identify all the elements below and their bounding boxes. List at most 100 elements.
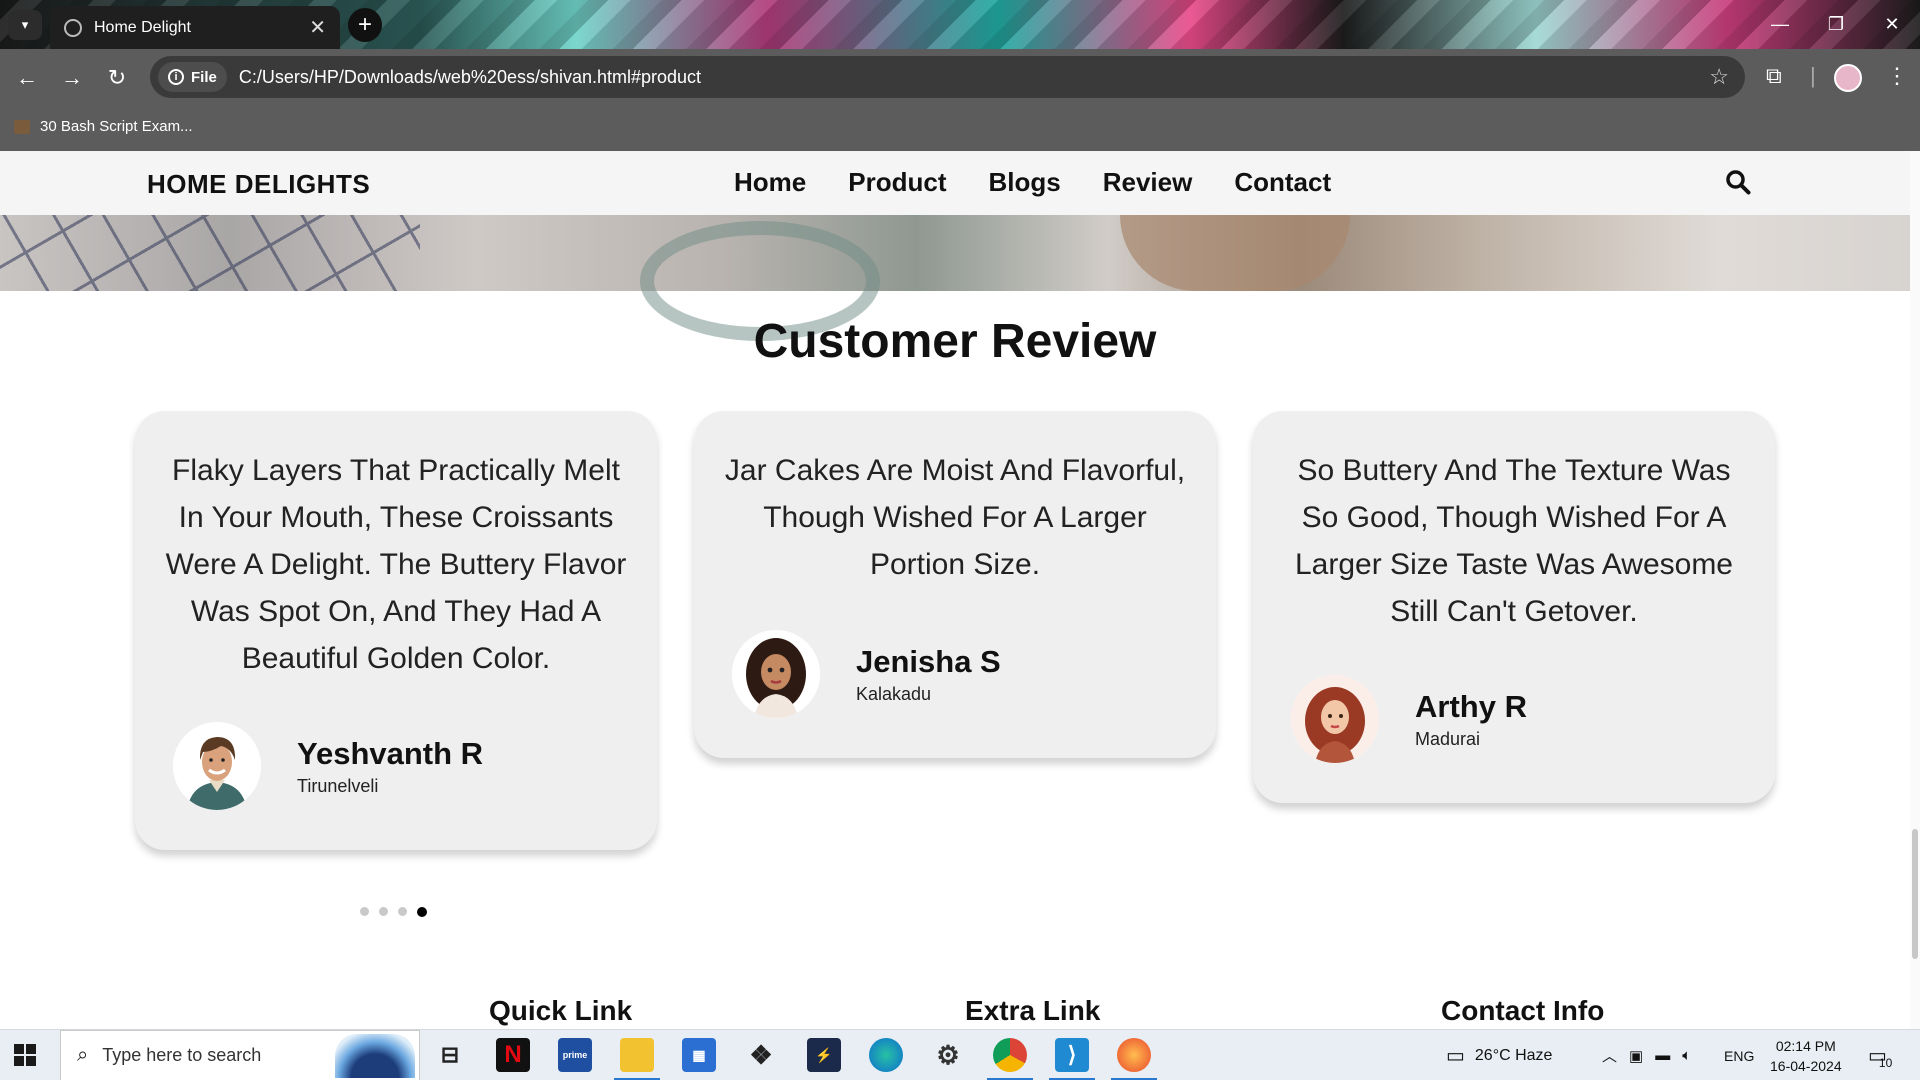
prime-video-icon[interactable]: prime [558, 1038, 592, 1072]
minimize-button[interactable]: — [1752, 0, 1808, 49]
battery-icon[interactable]: ▬ [1655, 1047, 1670, 1064]
carousel-dot[interactable] [379, 907, 388, 916]
nav-home[interactable]: Home [734, 167, 806, 198]
vscode-icon[interactable]: ⟩ [1049, 1038, 1095, 1080]
bookmark-star-icon[interactable]: ☆ [1709, 64, 1729, 90]
search-highlight-art [335, 1034, 415, 1078]
forward-button[interactable]: → [57, 63, 87, 93]
close-tab-icon[interactable]: ✕ [309, 15, 326, 40]
clock-date: 16-04-2024 [1770, 1058, 1842, 1074]
footer-heading-quick-link: Quick Link [489, 995, 633, 1026]
taskbar-clock[interactable]: 02:14 PM 16-04-2024 [1770, 1036, 1842, 1076]
page-scrollbar[interactable] [1910, 151, 1920, 1029]
restore-button[interactable]: ❐ [1808, 0, 1864, 49]
footer-heading-extra-link: Extra Link [965, 995, 1101, 1026]
taskbar-search-box[interactable]: ⌕ Type here to search [60, 1030, 420, 1080]
site-logo[interactable]: HOME DELIGHTS [147, 169, 370, 200]
web-page: HOME DELIGHTS Home Product Blogs Review … [0, 151, 1920, 1029]
reviewer-city: Tirunelveli [297, 775, 379, 796]
tab-title: Home Delight [94, 18, 191, 36]
bookmark-favicon-icon [14, 119, 30, 134]
chevron-up-icon[interactable]: ︿ [1602, 1045, 1617, 1066]
globe-icon [64, 18, 82, 37]
firefox-icon[interactable] [1111, 1038, 1157, 1080]
notification-center-icon[interactable]: ▭ 10 [1868, 1030, 1892, 1080]
browser-toolbar: ← → ↻ i File C:/Users/HP/Downloads/web%20… [0, 49, 1920, 105]
new-tab-button[interactable]: + [348, 8, 382, 42]
review-author: Arthy R Madurai [1283, 675, 1745, 763]
site-header: HOME DELIGHTS Home Product Blogs Review … [0, 151, 1910, 215]
bookmark-label: 30 Bash Script Exam... [40, 118, 193, 135]
review-author: Yeshvanth R Tirunelveli [165, 722, 627, 810]
clock-time: 02:14 PM [1775, 1038, 1836, 1054]
reviewer-name: Yeshvanth R [297, 735, 484, 771]
notification-count: 10 [1878, 1055, 1893, 1070]
woman-red-hair-avatar [1291, 675, 1379, 763]
windows-taskbar: ⌕ Type here to search ⊟ N prime ▦ ❖ ⚡ ⚙ … [0, 1029, 1920, 1080]
nav-blogs[interactable]: Blogs [988, 167, 1060, 198]
review-quote: Flaky Layers That Practically Melt In Yo… [165, 454, 627, 675]
url-text[interactable]: C:/Users/HP/Downloads/web%20ess/shivan.h… [239, 67, 1709, 88]
system-tray: ︿ ▣ ▬ 🔈︎ [1602, 1030, 1691, 1080]
microsoft-store-icon[interactable]: ▦ [682, 1038, 716, 1072]
scrollbar-thumb[interactable] [1912, 829, 1918, 959]
review-quote: So Buttery And The Texture Was So Good, … [1295, 454, 1733, 628]
weather-widget[interactable]: ▭ 26°C Haze [1446, 1030, 1552, 1080]
nav-product[interactable]: Product [848, 167, 946, 198]
close-window-button[interactable]: ✕ [1864, 0, 1920, 49]
file-explorer-icon[interactable] [614, 1038, 660, 1080]
chrome-icon[interactable] [987, 1038, 1033, 1080]
man-avatar [173, 722, 261, 810]
bookmarks-bar: 30 Bash Script Exam... [0, 105, 1920, 151]
reload-button[interactable]: ↻ [102, 63, 132, 93]
file-label: File [191, 68, 217, 86]
taskbar-search-placeholder: Type here to search [102, 1045, 262, 1065]
address-bar[interactable]: i File C:/Users/HP/Downloads/web%20ess/sh… [150, 56, 1745, 98]
device-icon[interactable]: ▣ [1629, 1047, 1643, 1065]
profile-avatar[interactable] [1834, 64, 1862, 92]
woman-curly-avatar [732, 630, 820, 718]
weather-icon: ▭ [1446, 1045, 1465, 1067]
toolbar-divider: | [1810, 63, 1816, 88]
volume-icon[interactable]: 🔈︎ [1682, 1047, 1691, 1064]
settings-gear-icon[interactable]: ⚙ [931, 1038, 965, 1072]
carousel-dot[interactable] [360, 907, 369, 916]
carousel-dot-active[interactable] [417, 907, 427, 917]
nav-review[interactable]: Review [1103, 167, 1193, 198]
menu-icon[interactable]: ⋮ [1886, 63, 1908, 89]
extensions-icon[interactable]: ⧉ [1766, 63, 1782, 89]
netflix-icon[interactable]: N [496, 1038, 530, 1072]
nav-contact[interactable]: Contact [1234, 167, 1331, 198]
search-icon: ⌕ [77, 1044, 89, 1066]
review-card: Jar Cakes Are Moist And Flavorful, Thoug… [694, 411, 1216, 758]
carousel-pagination [360, 907, 427, 917]
tab-search-button[interactable]: ▾ [8, 10, 42, 40]
tablecloth-pattern [0, 215, 420, 291]
hero-image-strip [0, 215, 1910, 341]
bookmark-item[interactable]: 30 Bash Script Exam... [14, 118, 193, 135]
powershell-icon[interactable]: ⚡ [807, 1038, 841, 1072]
edge-icon[interactable] [869, 1038, 903, 1072]
browser-tab-strip: ▾ Home Delight ✕ + — ❐ ✕ [0, 0, 1920, 49]
review-author: Jenisha S Kalakadu [724, 630, 1186, 718]
review-card: So Buttery And The Texture Was So Good, … [1253, 411, 1775, 803]
language-indicator[interactable]: ENG [1724, 1030, 1754, 1080]
back-button[interactable]: ← [12, 63, 42, 93]
footer-heading-contact-info: Contact Info [1441, 995, 1605, 1026]
reviewer-city: Kalakadu [856, 683, 932, 704]
dropbox-icon[interactable]: ❖ [744, 1038, 778, 1072]
section-title: Customer Review [753, 315, 1157, 368]
review-quote: Jar Cakes Are Moist And Flavorful, Thoug… [724, 454, 1186, 581]
windows-start-icon[interactable] [14, 1044, 36, 1066]
task-view-icon[interactable]: ⊟ [433, 1038, 467, 1072]
reviewer-city: Madurai [1415, 728, 1481, 749]
site-info-chip[interactable]: i File [158, 62, 227, 92]
carousel-dot[interactable] [398, 907, 407, 916]
pastry-shape [1120, 215, 1350, 291]
search-icon[interactable] [1725, 169, 1751, 195]
info-icon: i [168, 69, 184, 85]
reviewer-name: Arthy R [1415, 688, 1527, 724]
weather-text: 26°C Haze [1474, 1046, 1553, 1064]
main-nav: Home Product Blogs Review Contact [734, 167, 1331, 198]
browser-tab-active[interactable]: Home Delight ✕ [50, 6, 340, 49]
